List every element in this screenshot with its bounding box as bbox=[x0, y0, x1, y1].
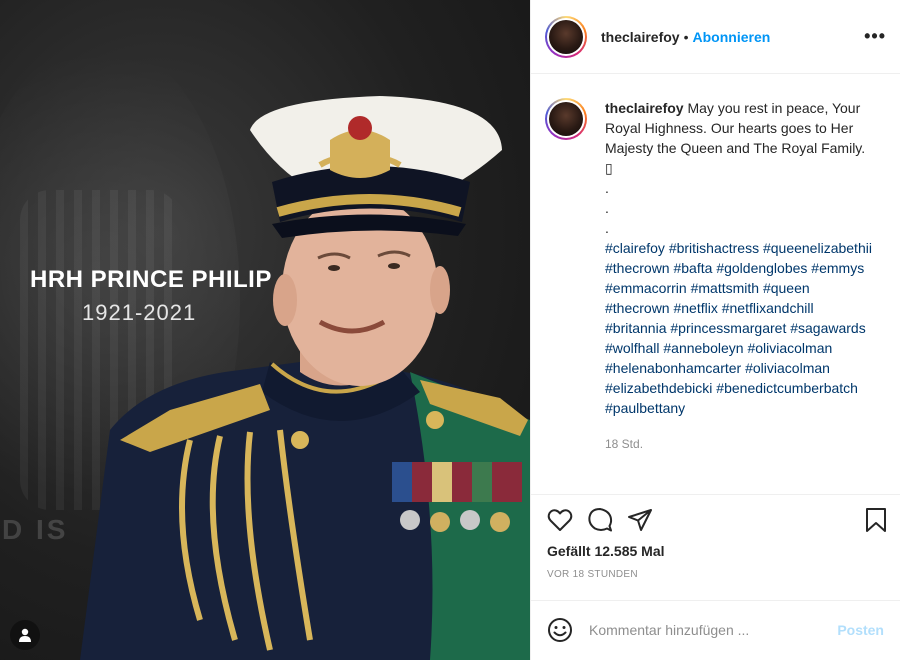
share-icon bbox=[628, 509, 652, 531]
like-count[interactable]: Gefällt 12.585 Mal bbox=[547, 543, 888, 559]
caption-avatar[interactable] bbox=[545, 98, 587, 140]
hashtag-link[interactable]: #bafta bbox=[673, 260, 712, 276]
hashtag-link[interactable]: #netflixandchill bbox=[722, 300, 814, 316]
emoji-icon bbox=[548, 617, 572, 642]
instagram-post: D IS HRH PRINCE PHILIP 1921-2021 theclai… bbox=[0, 0, 900, 660]
share-button[interactable] bbox=[627, 508, 653, 532]
hashtag-link[interactable]: #emmacorrin bbox=[605, 280, 687, 296]
follow-button[interactable]: Abonnieren bbox=[693, 29, 771, 45]
bookmark-icon bbox=[866, 508, 886, 532]
hashtag-link[interactable]: #thecrown bbox=[605, 260, 670, 276]
hashtag-link[interactable]: #elizabethdebicki bbox=[605, 380, 712, 396]
hashtag-link[interactable]: #clairefoy bbox=[605, 240, 665, 256]
header-username[interactable]: theclairefoy bbox=[601, 29, 680, 45]
action-bar: Gefällt 12.585 Mal VOR 18 STUNDEN bbox=[531, 494, 900, 600]
comment-button[interactable] bbox=[587, 507, 613, 533]
memorial-years: 1921-2021 bbox=[82, 300, 197, 325]
like-button[interactable] bbox=[547, 508, 573, 532]
hashtag-link[interactable]: #queen bbox=[763, 280, 810, 296]
hashtag-link[interactable]: #britannia bbox=[605, 320, 667, 336]
hashtag-link[interactable]: #britishactress bbox=[669, 240, 759, 256]
hashtag-link[interactable]: #emmys bbox=[811, 260, 864, 276]
header-separator: • bbox=[683, 28, 689, 45]
caption-username[interactable]: theclairefoy bbox=[605, 100, 684, 116]
hashtag-link[interactable]: #netflix bbox=[673, 300, 717, 316]
hashtag-link[interactable]: #queenelizabethii bbox=[763, 240, 872, 256]
hashtag-link[interactable]: #goldenglobes bbox=[716, 260, 807, 276]
hashtag-link[interactable]: #paulbettany bbox=[605, 400, 685, 416]
heart-icon bbox=[547, 509, 573, 531]
caption-dots: ... bbox=[605, 178, 875, 238]
comment-input[interactable] bbox=[589, 621, 838, 638]
post-age[interactable]: VOR 18 STUNDEN bbox=[547, 569, 888, 580]
caption-dot: . bbox=[605, 220, 609, 236]
portrait-illustration bbox=[80, 96, 530, 660]
hashtag-link[interactable]: #thecrown bbox=[605, 300, 670, 316]
hashtag-link[interactable]: #oliviacolman bbox=[747, 340, 832, 356]
tagged-users-button[interactable] bbox=[10, 620, 40, 650]
hashtag-link[interactable]: #princessmargaret bbox=[670, 320, 786, 336]
hashtag-link[interactable]: #anneboleyn bbox=[663, 340, 743, 356]
hashtag-link[interactable]: #mattsmith bbox=[691, 280, 759, 296]
emoji-button[interactable] bbox=[547, 617, 573, 643]
hashtag-link[interactable]: #helenabonhamcarter bbox=[605, 360, 741, 376]
hashtag-link[interactable]: #benedictcumberbatch bbox=[716, 380, 858, 396]
caption: theclairefoy May you rest in peace, Your… bbox=[605, 98, 875, 494]
user-icon bbox=[19, 628, 31, 642]
post-comment-button[interactable]: Posten bbox=[837, 622, 884, 638]
hashtag-link[interactable]: #wolfhall bbox=[605, 340, 659, 356]
avatar[interactable] bbox=[545, 15, 587, 58]
post-sidebar: theclairefoy • Abonnieren ••• theclairef… bbox=[530, 0, 900, 660]
comment-icon bbox=[588, 508, 613, 532]
caption-dot: . bbox=[605, 200, 609, 216]
comment-form: Posten bbox=[531, 600, 900, 658]
caption-timestamp: 18 Std. bbox=[605, 437, 644, 451]
memorial-title: HRH PRINCE PHILIP bbox=[30, 266, 272, 293]
caption-area: theclairefoy May you rest in peace, Your… bbox=[531, 74, 900, 494]
post-header: theclairefoy • Abonnieren ••• bbox=[531, 0, 900, 74]
hashtag-list: #clairefoy #britishactress #queenelizabe… bbox=[605, 238, 875, 418]
post-image[interactable]: D IS HRH PRINCE PHILIP 1921-2021 bbox=[0, 0, 530, 660]
hashtag-link[interactable]: #oliviacolman bbox=[745, 360, 830, 376]
save-button[interactable] bbox=[864, 507, 888, 533]
hashtag-link[interactable]: #sagawards bbox=[790, 320, 866, 336]
caption-dot: . bbox=[605, 180, 609, 196]
more-options-icon[interactable]: ••• bbox=[864, 26, 886, 47]
